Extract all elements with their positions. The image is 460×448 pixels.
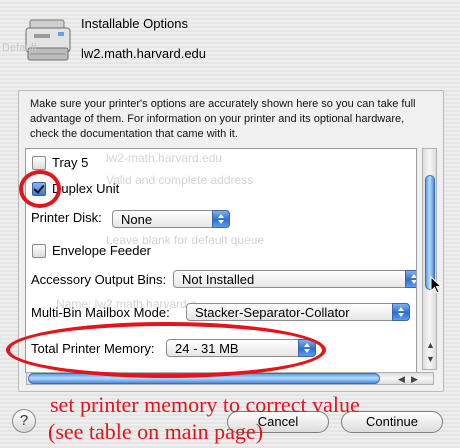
mailbox-mode-row: Multi-Bin Mailbox Mode: — [31, 305, 170, 320]
envelope-feeder-label: Envelope Feeder — [52, 243, 152, 258]
envelope-feeder-row[interactable]: Envelope Feeder — [32, 243, 151, 258]
envelope-feeder-checkbox[interactable] — [32, 243, 46, 258]
annotation-line-2: (see table on main page) — [48, 419, 264, 444]
mailbox-mode-label: Multi-Bin Mailbox Mode: — [31, 305, 170, 320]
duplex-highlight-circle — [19, 170, 61, 208]
scroll-left-arrow-icon[interactable]: ◀ — [398, 374, 405, 385]
accessory-bins-label: Accessory Output Bins: — [31, 272, 167, 287]
printer-disk-value: None — [121, 212, 153, 227]
accessory-bins-value: Not Installed — [182, 272, 255, 287]
duplex-label: Duplex Unit — [52, 181, 120, 196]
tray5-label: Tray 5 — [52, 155, 89, 170]
scroll-up-arrow-icon[interactable]: ▲ — [426, 340, 435, 350]
dialog-title: Installable Options — [81, 16, 188, 31]
printer-hostname: lw2.math.harvard.edu — [81, 46, 207, 61]
popup-arrows-icon — [392, 303, 410, 321]
printer-disk-popup[interactable]: None — [112, 210, 230, 228]
scroll-right-arrow-icon[interactable]: ▶ — [411, 374, 418, 385]
mailbox-mode-popup[interactable]: Stacker-Separator-Collator — [186, 303, 410, 321]
ghost-address-text: Valid and complete address — [106, 173, 254, 187]
accessory-bins-popup[interactable]: Not Installed — [173, 270, 416, 288]
background-ghost-label: Default — [2, 42, 37, 54]
instructions-text: Make sure your printer's options are acc… — [30, 98, 416, 140]
vertical-scroll-thumb[interactable] — [425, 175, 435, 290]
mouse-cursor-icon — [430, 276, 442, 294]
memory-highlight-ellipse — [6, 322, 326, 378]
ghost-host-text: lw2-math.harvard.edu — [106, 151, 223, 165]
popup-arrows-icon — [212, 210, 230, 228]
printer-disk-label: Printer Disk: — [31, 210, 102, 225]
tray5-checkbox[interactable] — [32, 155, 46, 170]
annotation-line-1: set printer memory to correct value — [50, 392, 360, 417]
printer-icon — [25, 19, 71, 61]
scroll-down-arrow-icon[interactable]: ▼ — [426, 354, 435, 364]
help-button[interactable]: ? — [12, 409, 36, 433]
printer-disk-row: Printer Disk: — [31, 210, 102, 225]
tray5-row[interactable]: Tray 5 — [32, 155, 88, 170]
mailbox-mode-value: Stacker-Separator-Collator — [195, 305, 350, 320]
popup-arrows-icon — [405, 270, 416, 288]
accessory-bins-row: Accessory Output Bins: — [31, 272, 166, 287]
